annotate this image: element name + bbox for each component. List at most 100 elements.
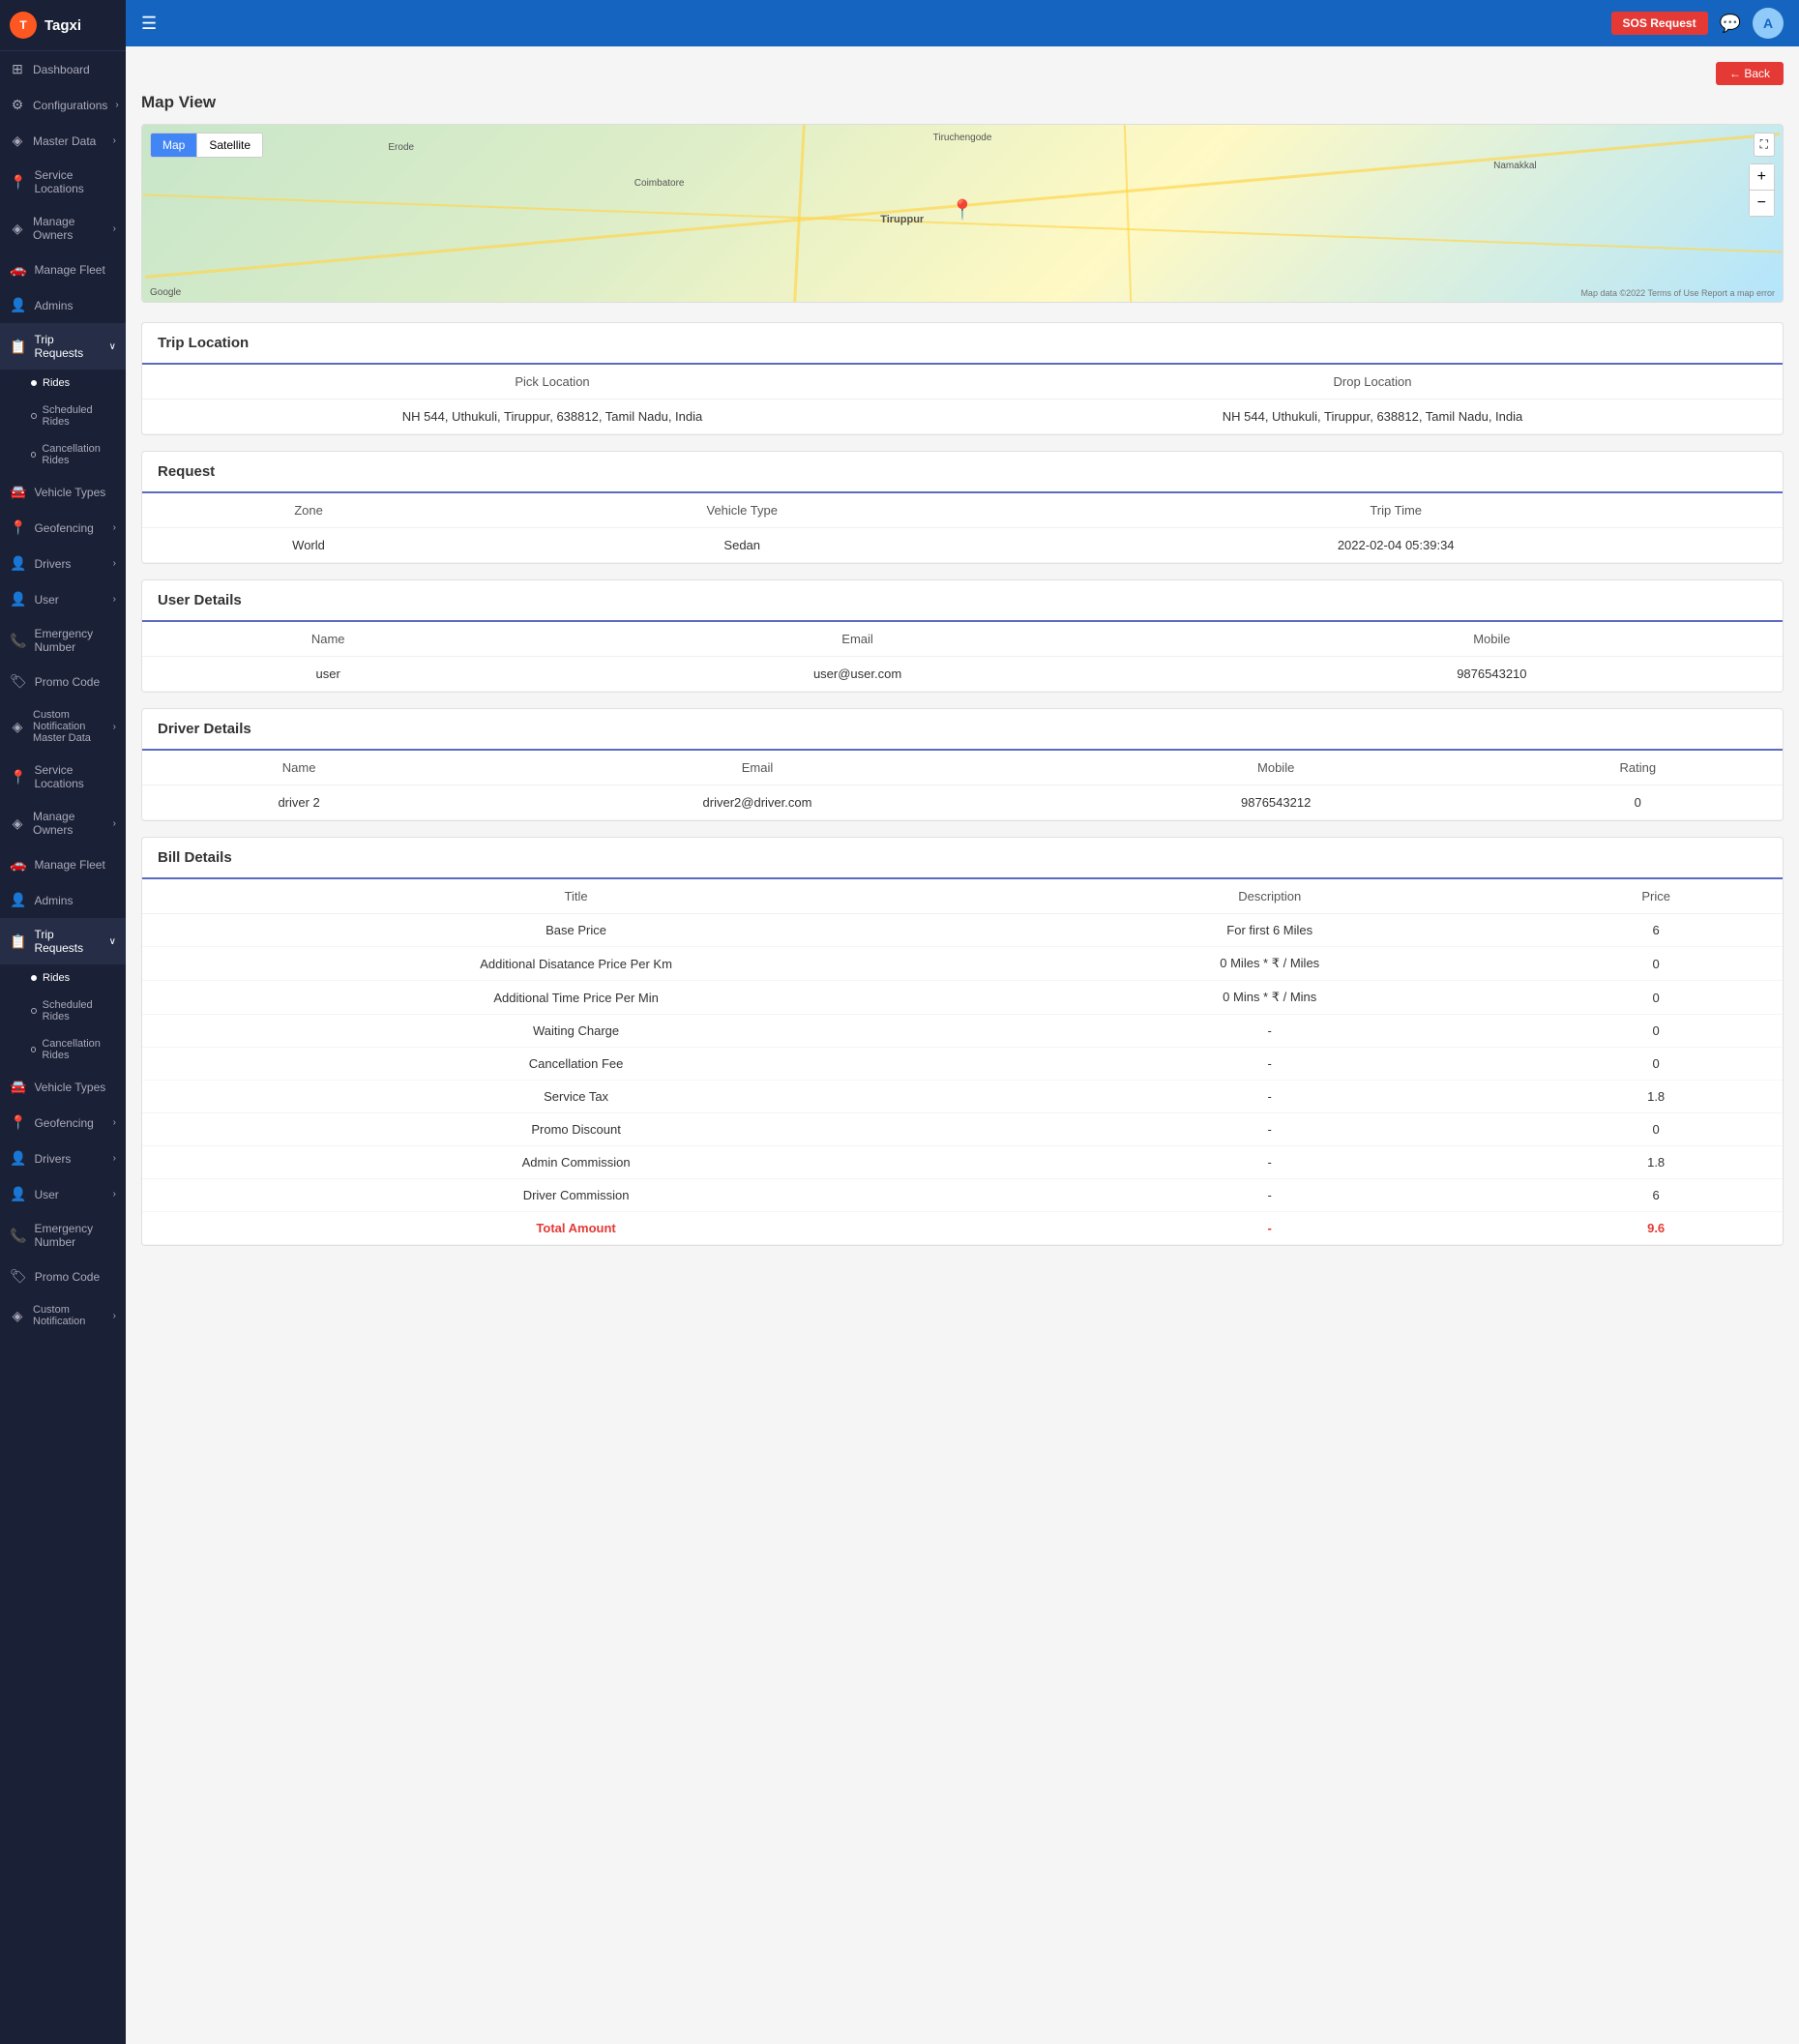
bill-title-cell: Waiting Charge bbox=[142, 1015, 1010, 1048]
dot-icon bbox=[31, 1047, 36, 1052]
sidebar-sub-cancellation-rides[interactable]: Cancellation Rides bbox=[0, 435, 126, 474]
sidebar-item-trip-requests-2[interactable]: 📋 Trip Requests ∨ bbox=[0, 918, 126, 964]
request-table: Zone Vehicle Type Trip Time World Sedan … bbox=[142, 493, 1783, 563]
sidebar-item-label: Vehicle Types bbox=[34, 1081, 116, 1094]
bill-title-cell: Additional Time Price Per Min bbox=[142, 981, 1010, 1015]
email-col: Email bbox=[514, 622, 1200, 657]
chevron-icon: › bbox=[113, 1153, 116, 1164]
user-details-table: Name Email Mobile user user@user.com 987… bbox=[142, 622, 1783, 692]
sidebar-sub-scheduled-2[interactable]: Scheduled Rides bbox=[0, 992, 126, 1030]
title-col: Title bbox=[142, 879, 1010, 914]
table-row: driver 2 driver2@driver.com 9876543212 0 bbox=[142, 785, 1783, 820]
chevron-icon: › bbox=[113, 1311, 116, 1321]
sidebar-sub-rides-2[interactable]: Rides bbox=[0, 964, 126, 992]
emergency-icon-2: 📞 bbox=[10, 1228, 26, 1244]
back-button[interactable]: ← Back bbox=[1716, 62, 1784, 85]
sidebar-item-label: Service Locations bbox=[34, 763, 116, 790]
bill-title-cell: Additional Disatance Price Per Km bbox=[142, 947, 1010, 981]
sidebar-item-label: Drivers bbox=[34, 557, 104, 571]
sidebar-item-label: Custom Notification Master Data bbox=[33, 709, 105, 744]
bill-desc-cell: 0 Miles * ₹ / Miles bbox=[1010, 947, 1529, 981]
promo-icon-2: 🏷 bbox=[10, 1268, 27, 1285]
bill-price-cell: 0 bbox=[1529, 1113, 1783, 1146]
sidebar-item-promo-code[interactable]: 🏷 Promo Code bbox=[0, 664, 126, 699]
sidebar-item-drivers[interactable]: 👤 Drivers › bbox=[0, 546, 126, 581]
sidebar-item-custom-notif-2[interactable]: ◈ Custom Notification › bbox=[0, 1294, 126, 1337]
chevron-icon: › bbox=[113, 522, 116, 533]
sos-button[interactable]: SOS Request bbox=[1611, 12, 1708, 35]
sidebar-item-user[interactable]: 👤 User › bbox=[0, 581, 126, 617]
sub-item-label: Scheduled Rides bbox=[43, 404, 116, 428]
admins-icon: 👤 bbox=[10, 297, 26, 313]
map-city-label-1: Tiruchengode bbox=[933, 133, 992, 143]
driver-email-value: driver2@driver.com bbox=[456, 785, 1059, 820]
price-col: Price bbox=[1529, 879, 1783, 914]
topbar: ☰ SOS Request 💬 A bbox=[126, 0, 1799, 46]
map-road-v2 bbox=[1123, 125, 1131, 302]
sidebar-item-admins[interactable]: 👤 Admins bbox=[0, 287, 126, 323]
sidebar-item-master-data[interactable]: ◈ Master Data › bbox=[0, 123, 126, 159]
sidebar-item-user-2[interactable]: 👤 User › bbox=[0, 1176, 126, 1212]
sub-item-label: Cancellation Rides bbox=[42, 443, 116, 466]
sidebar-item-geofencing[interactable]: 📍 Geofencing › bbox=[0, 510, 126, 546]
notif-icon: ◈ bbox=[10, 719, 25, 735]
sidebar-item-service-locations-2[interactable]: 📍 Service Locations bbox=[0, 754, 126, 800]
dot-icon bbox=[31, 380, 37, 386]
sidebar-item-service-locations[interactable]: 📍 Service Locations bbox=[0, 159, 126, 205]
bill-table-row: Promo Discount-0 bbox=[142, 1113, 1783, 1146]
fleet-icon-2: 🚗 bbox=[10, 856, 26, 873]
avatar[interactable]: A bbox=[1753, 8, 1784, 39]
sidebar-item-configurations[interactable]: ⚙ Configurations › bbox=[0, 87, 126, 123]
page-title: Map View bbox=[141, 93, 1784, 112]
bill-table-row: Driver Commission-6 bbox=[142, 1179, 1783, 1212]
sidebar-item-promo-2[interactable]: 🏷 Promo Code bbox=[0, 1259, 126, 1294]
bill-title-cell: Driver Commission bbox=[142, 1179, 1010, 1212]
sidebar-item-label: Admins bbox=[34, 894, 116, 907]
sidebar-sub-rides[interactable]: Rides bbox=[0, 370, 126, 397]
sidebar-item-dashboard[interactable]: ⊞ Dashboard bbox=[0, 51, 126, 87]
map-container: Tiruchengode Coimbatore Tiruppur Namakka… bbox=[141, 124, 1784, 303]
sidebar-item-label: Manage Fleet bbox=[34, 263, 116, 277]
chevron-icon: › bbox=[113, 135, 116, 146]
sidebar-item-manage-fleet-2[interactable]: 🚗 Manage Fleet bbox=[0, 846, 126, 882]
hamburger-menu[interactable]: ☰ bbox=[141, 14, 157, 34]
zoom-in-button[interactable]: + bbox=[1750, 164, 1774, 191]
page-header: ← Back bbox=[141, 62, 1784, 93]
bill-table-row: Waiting Charge-0 bbox=[142, 1015, 1783, 1048]
map-fullscreen-btn[interactable]: ⛶ bbox=[1754, 133, 1775, 157]
driver-details-table: Name Email Mobile Rating driver 2 driver… bbox=[142, 751, 1783, 820]
chat-icon[interactable]: 💬 bbox=[1720, 14, 1741, 34]
sidebar-item-admins-2[interactable]: 👤 Admins bbox=[0, 882, 126, 918]
sidebar-item-label: Trip Requests bbox=[34, 333, 101, 360]
sidebar-item-custom-notification[interactable]: ◈ Custom Notification Master Data › bbox=[0, 699, 126, 754]
chevron-icon: › bbox=[115, 100, 118, 110]
sidebar-item-vehicle-types-2[interactable]: 🚘 Vehicle Types bbox=[0, 1069, 126, 1105]
sidebar-item-emergency-2[interactable]: 📞 Emergency Number bbox=[0, 1212, 126, 1259]
user-email-value: user@user.com bbox=[514, 657, 1200, 692]
sidebar-item-trip-requests[interactable]: 📋 Trip Requests ∨ bbox=[0, 323, 126, 370]
sidebar-item-manage-owners[interactable]: ◈ Manage Owners › bbox=[0, 205, 126, 252]
bill-details-table: Title Description Price Base PriceFor fi… bbox=[142, 879, 1783, 1245]
promo-icon: 🏷 bbox=[10, 673, 27, 690]
sidebar-item-emergency-number[interactable]: 📞 Emergency Number bbox=[0, 617, 126, 664]
satellite-btn[interactable]: Satellite bbox=[197, 133, 262, 157]
map-zoom-controls: + − bbox=[1749, 163, 1775, 217]
admins-icon-2: 👤 bbox=[10, 892, 26, 908]
sidebar-item-vehicle-types[interactable]: 🚘 Vehicle Types bbox=[0, 474, 126, 510]
table-row: NH 544, Uthukuli, Tiruppur, 638812, Tami… bbox=[142, 400, 1783, 434]
sidebar-item-label: User bbox=[34, 1188, 104, 1201]
google-label: Google bbox=[150, 287, 181, 298]
sidebar-sub-scheduled-rides[interactable]: Scheduled Rides bbox=[0, 397, 126, 435]
bill-price-cell: 0 bbox=[1529, 1015, 1783, 1048]
bill-table-row: Base PriceFor first 6 Miles6 bbox=[142, 914, 1783, 947]
zoom-out-button[interactable]: − bbox=[1750, 191, 1774, 216]
sidebar-item-geofencing-2[interactable]: 📍 Geofencing › bbox=[0, 1105, 126, 1140]
sidebar-sub-cancellation-2[interactable]: Cancellation Rides bbox=[0, 1030, 126, 1069]
sidebar-item-manage-fleet[interactable]: 🚗 Manage Fleet bbox=[0, 252, 126, 287]
sidebar-item-drivers-2[interactable]: 👤 Drivers › bbox=[0, 1140, 126, 1176]
map-btn[interactable]: Map bbox=[151, 133, 197, 157]
sidebar-item-manage-owners-2[interactable]: ◈ Manage Owners › bbox=[0, 800, 126, 846]
config-icon: ⚙ bbox=[10, 97, 25, 113]
trip-location-header: Trip Location bbox=[142, 323, 1783, 365]
logo-text: Tagxi bbox=[44, 17, 81, 34]
